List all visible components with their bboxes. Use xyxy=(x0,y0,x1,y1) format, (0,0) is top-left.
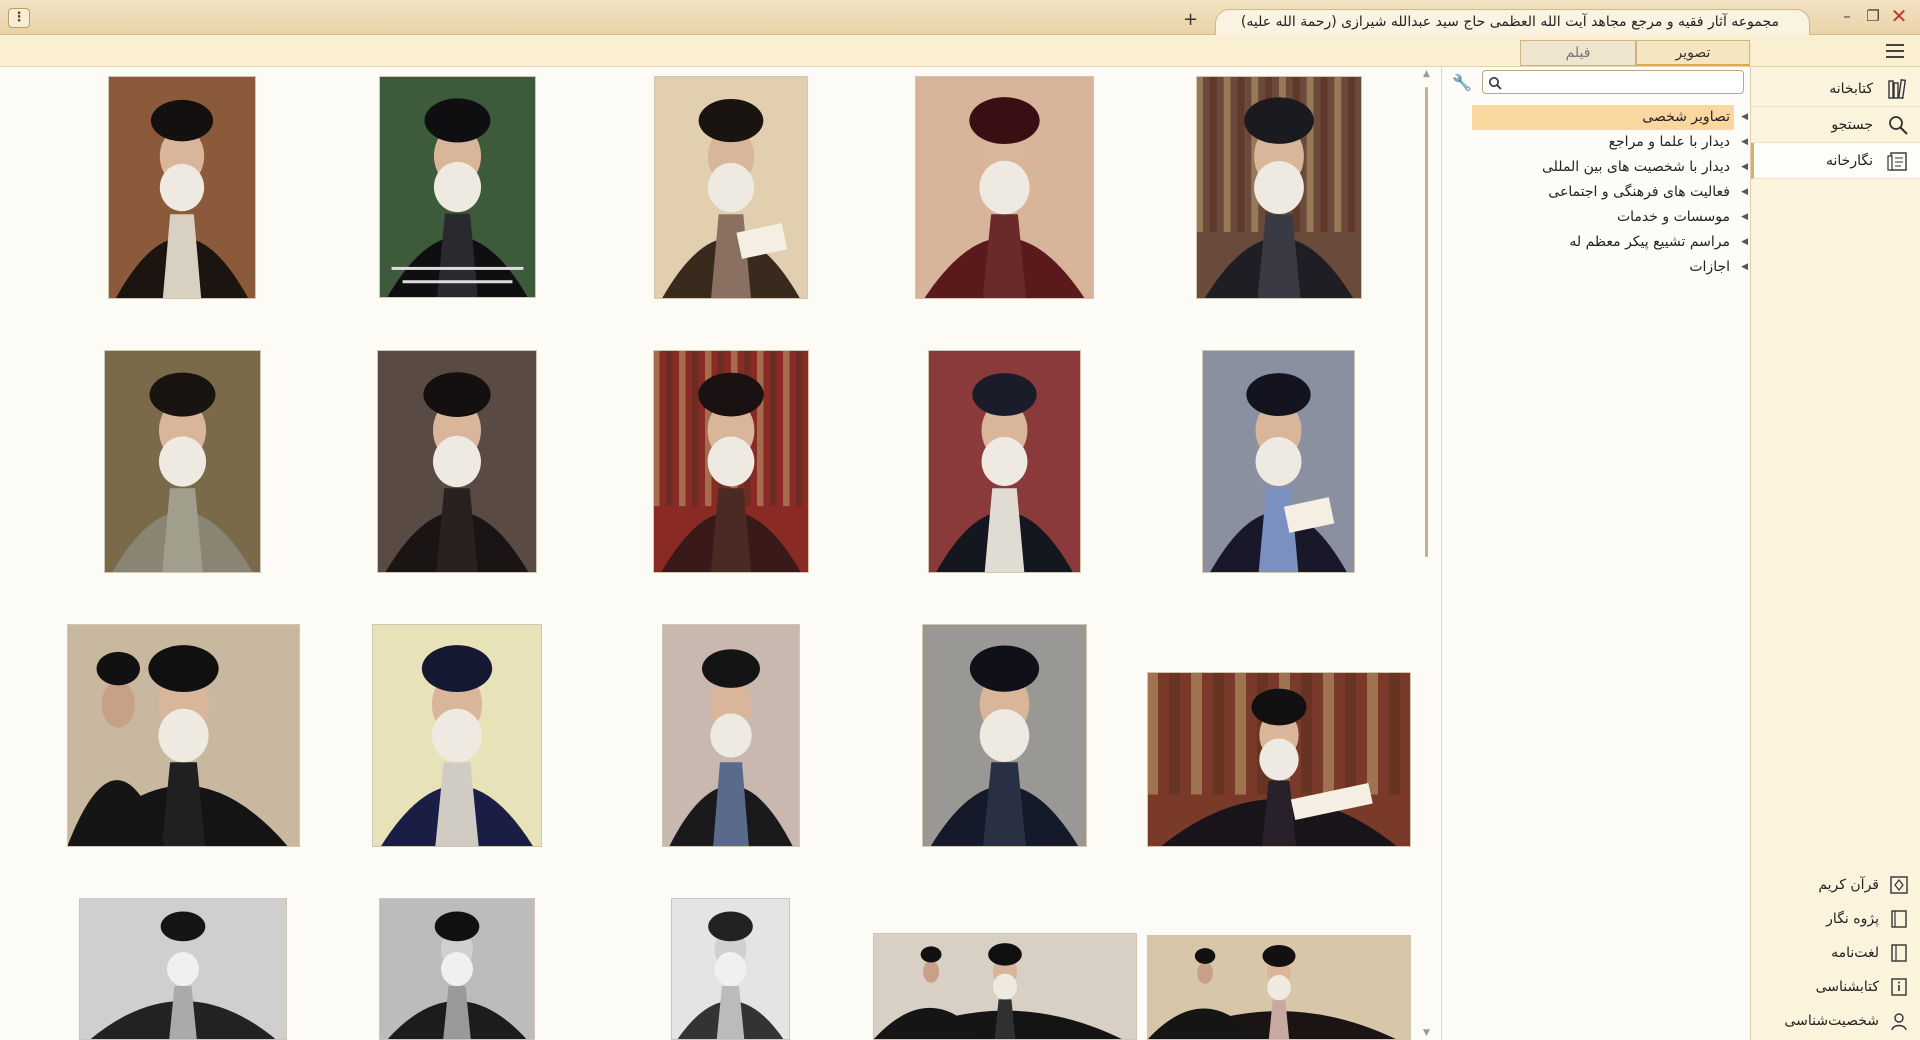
tree-item-international-figures[interactable]: ◀ دیدار با شخصیت های بین المللی xyxy=(1472,155,1748,180)
tree-search-box[interactable] xyxy=(1482,70,1744,94)
gallery-photo[interactable] xyxy=(377,350,537,573)
person-icon xyxy=(1891,1013,1907,1031)
dictionary-icon xyxy=(1891,944,1907,962)
gallery-photo[interactable] xyxy=(1196,76,1362,299)
expand-arrow-icon[interactable]: ◀ xyxy=(1741,255,1748,279)
notebook-icon xyxy=(1891,910,1907,928)
gallery-photo[interactable] xyxy=(1202,350,1355,573)
wrench-icon[interactable]: 🔧 xyxy=(1452,73,1472,92)
gallery-icon xyxy=(1887,152,1907,171)
restore-button[interactable]: ❐ xyxy=(1862,7,1884,25)
gallery-canvas xyxy=(67,76,1411,1040)
expand-arrow-icon[interactable]: ◀ xyxy=(1741,130,1748,154)
sidebar-item-gallery[interactable]: نگارخانه xyxy=(1751,143,1920,179)
search-icon xyxy=(1489,77,1502,90)
sidebar-item-biography[interactable]: شخصیت‌شناسی xyxy=(1751,1007,1920,1035)
sidebar-item-search[interactable]: جستجو xyxy=(1751,107,1920,143)
tree-item-funeral[interactable]: ◀ مراسم تشییع پیکر معظم له xyxy=(1472,230,1748,255)
tree-item-permissions[interactable]: ◀ اجازات xyxy=(1472,255,1748,280)
scroll-up-icon[interactable]: ▲ xyxy=(1423,69,1430,79)
tab-image[interactable]: تصویر xyxy=(1636,40,1750,66)
gallery-photo[interactable] xyxy=(662,624,800,847)
gallery-photo[interactable] xyxy=(653,350,809,573)
image-gallery xyxy=(0,67,1420,1040)
tree-item-meeting-scholars[interactable]: ◀ دیدار با علما و مراجع xyxy=(1472,130,1748,155)
new-tab-button[interactable]: + xyxy=(1183,11,1198,29)
scroll-down-icon[interactable]: ▼ xyxy=(1423,1028,1430,1038)
gallery-photo[interactable] xyxy=(873,933,1137,1040)
sidebar-item-quran[interactable]: قرآن کریم xyxy=(1751,871,1920,899)
gallery-photo[interactable] xyxy=(1147,672,1411,847)
window-tab[interactable]: مجموعه آثار فقیه و مرجع مجاهد آیت الله ا… xyxy=(1215,9,1810,36)
tree-item-cultural-activities[interactable]: ◀ فعالیت های فرهنگی و اجتماعی xyxy=(1472,180,1748,205)
gallery-photo[interactable] xyxy=(379,898,535,1040)
close-button[interactable]: ✕ xyxy=(1888,6,1910,26)
gallery-photo[interactable] xyxy=(372,624,542,847)
gallery-photo[interactable] xyxy=(108,76,256,299)
category-tree-panel: 🔧 ◀ تصاویر شخصی ◀ دیدار با علما و مراجع ◀ د… xyxy=(1442,67,1750,1040)
tree-search-input[interactable] xyxy=(1507,73,1739,91)
expand-arrow-icon[interactable]: ◀ xyxy=(1741,205,1748,229)
minimize-button[interactable]: – xyxy=(1836,7,1858,25)
expand-arrow-icon[interactable]: ◀ xyxy=(1741,180,1748,204)
expand-arrow-icon[interactable]: ◀ xyxy=(1741,230,1748,254)
sidebar-item-bibliography[interactable]: کتابشناسی xyxy=(1751,973,1920,1001)
app-menu-button[interactable]: ⋮ xyxy=(8,8,30,28)
hamburger-menu-icon[interactable] xyxy=(1886,44,1904,60)
main-sidebar: کتابخانه جستجو نگارخانه قرآن کریم پژوه ن… xyxy=(1750,67,1920,1040)
gallery-photo[interactable] xyxy=(67,624,300,847)
expand-arrow-icon[interactable]: ◀ xyxy=(1741,155,1748,179)
quran-icon xyxy=(1890,876,1908,894)
title-bar: ⋮ + مجموعه آثار فقیه و مرجع مجاهد آیت ال… xyxy=(0,0,1920,36)
gallery-photo[interactable] xyxy=(79,898,287,1040)
category-tree: ◀ تصاویر شخصی ◀ دیدار با علما و مراجع ◀ دید… xyxy=(1472,105,1748,280)
scrollbar-thumb[interactable] xyxy=(1425,87,1428,557)
gallery-photo[interactable] xyxy=(671,898,790,1040)
tab-film[interactable]: فیلم xyxy=(1520,40,1636,66)
sidebar-item-research[interactable]: پژوه نگار xyxy=(1751,905,1920,933)
search-icon xyxy=(1889,116,1908,135)
gallery-photo[interactable] xyxy=(1147,935,1411,1040)
sidebar-item-dictionary[interactable]: لغت‌نامه xyxy=(1751,939,1920,967)
info-book-icon xyxy=(1891,978,1907,996)
expand-arrow-icon[interactable]: ◀ xyxy=(1741,105,1748,129)
gallery-scrollbar[interactable]: ▲ ▼ xyxy=(1419,67,1435,1040)
gallery-photo[interactable] xyxy=(915,76,1094,299)
library-icon xyxy=(1888,79,1907,99)
gallery-photo[interactable] xyxy=(654,76,808,299)
tree-item-institutions[interactable]: ◀ موسسات و خدمات xyxy=(1472,205,1748,230)
gallery-photo[interactable] xyxy=(928,350,1081,573)
window-title: مجموعه آثار فقیه و مرجع مجاهد آیت الله ا… xyxy=(1240,14,1779,30)
gallery-photo[interactable] xyxy=(922,624,1087,847)
sidebar-item-library[interactable]: کتابخانه xyxy=(1751,71,1920,107)
tree-item-personal-photos[interactable]: ◀ تصاویر شخصی xyxy=(1472,105,1748,130)
gallery-photo[interactable] xyxy=(379,76,536,298)
gallery-photo[interactable] xyxy=(104,350,261,573)
